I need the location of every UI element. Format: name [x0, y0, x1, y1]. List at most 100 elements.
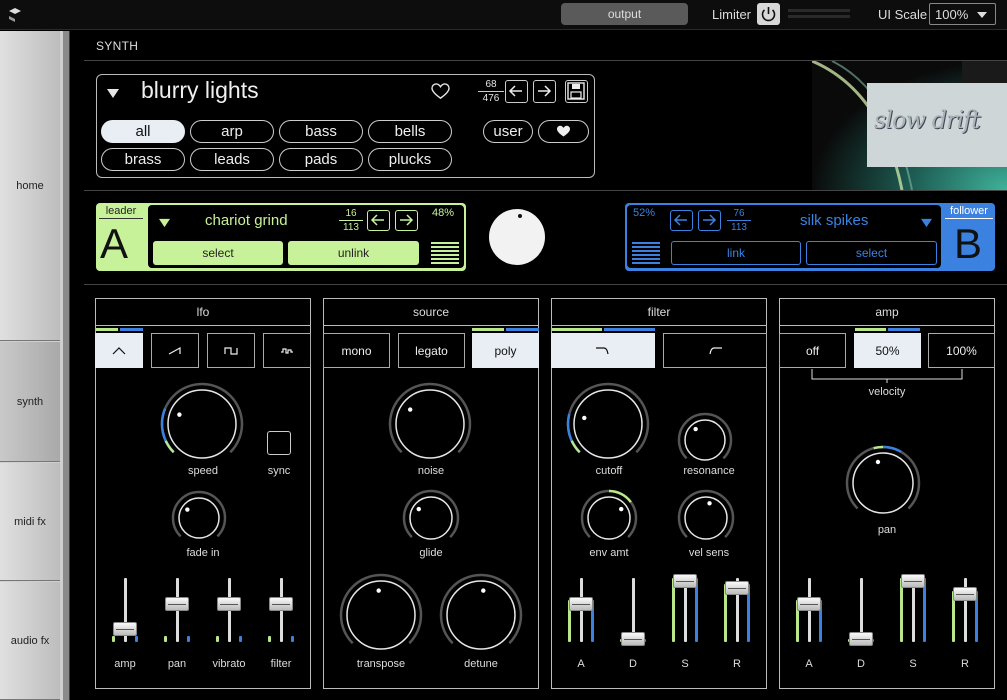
source-mode-mono-button[interactable]: mono: [323, 333, 390, 368]
detune-knob[interactable]: [439, 573, 523, 662]
layer-a-unlink-button[interactable]: unlink: [288, 241, 419, 265]
category-all-button[interactable]: all: [101, 120, 185, 143]
nav-tab-synth[interactable]: synth: [0, 342, 60, 462]
layer-b-preset-name[interactable]: silk spikes: [800, 212, 868, 229]
filter-highpass-button[interactable]: [663, 333, 767, 368]
slider-handle[interactable]: [621, 631, 645, 646]
slider-handle[interactable]: [217, 596, 241, 611]
preset-dropdown-toggle[interactable]: [106, 86, 120, 104]
filter-a-slider[interactable]: [567, 578, 595, 642]
nav-tab-midi-fx[interactable]: midi fx: [0, 463, 60, 581]
filter-title: filter: [552, 299, 766, 326]
lfo-amp-slider[interactable]: [111, 578, 139, 642]
layer-a-select-button[interactable]: select: [153, 241, 283, 265]
layer-b-prev-button[interactable]: [670, 210, 693, 231]
amp-s-slider[interactable]: [899, 574, 927, 642]
source-mode-legato-button[interactable]: legato: [398, 333, 465, 368]
next-preset-button[interactable]: [533, 80, 556, 103]
noise-label: noise: [417, 465, 445, 477]
favorites-filter-button[interactable]: [538, 120, 589, 143]
lfo-filter-slider[interactable]: [267, 578, 295, 642]
source-mode-poly-button[interactable]: poly: [472, 333, 539, 368]
nav-divider: [69, 31, 83, 700]
layer-a-preset-name[interactable]: chariot grind: [205, 212, 288, 229]
filter-d-slider[interactable]: [619, 578, 647, 646]
lfo-shape-triangle-button[interactable]: [95, 333, 143, 368]
slider-handle[interactable]: [673, 574, 697, 589]
amp-pan-knob[interactable]: [845, 445, 921, 526]
noise-knob[interactable]: [388, 382, 472, 471]
layer-b-dropdown-toggle[interactable]: [920, 215, 933, 233]
user-filter-button[interactable]: user: [483, 120, 533, 143]
detune-label: detune: [464, 658, 498, 670]
layer-a-next-button[interactable]: [395, 210, 418, 231]
lfo-shape-random-button[interactable]: [263, 333, 311, 368]
filter-s-slider[interactable]: [671, 574, 699, 642]
lfo-title: lfo: [96, 299, 310, 326]
lfo-shape-square-button[interactable]: [207, 333, 255, 368]
lfo-sync-toggle[interactable]: [267, 431, 291, 455]
transpose-knob[interactable]: [339, 573, 423, 662]
velocity-label: velocity: [868, 386, 906, 398]
lfo-vibrato-slider[interactable]: [215, 578, 243, 642]
favorite-button[interactable]: [431, 83, 450, 105]
cutoff-knob[interactable]: [566, 382, 650, 471]
layer-a-dropdown-toggle[interactable]: [158, 215, 171, 233]
nav-tab-home[interactable]: home: [0, 31, 60, 341]
category-bells-button[interactable]: bells: [368, 120, 452, 143]
save-preset-button[interactable]: [565, 80, 588, 103]
lfo-shape-saw-button[interactable]: [151, 333, 199, 368]
slider-handle[interactable]: [165, 596, 189, 611]
layer-a-total: 113: [343, 222, 359, 233]
slider-handle[interactable]: [269, 596, 293, 611]
highpass-icon: [709, 346, 722, 354]
lfo-speed-knob[interactable]: [160, 382, 244, 471]
layer-a-prev-button[interactable]: [367, 210, 390, 231]
amp-pan-label: pan: [877, 524, 897, 536]
filter-lowpass-button[interactable]: [551, 333, 655, 368]
slider-handle[interactable]: [849, 631, 873, 646]
category-plucks-button[interactable]: plucks: [368, 148, 452, 171]
slider-handle[interactable]: [725, 580, 749, 595]
category-arp-button[interactable]: arp: [190, 120, 274, 143]
slider-handle[interactable]: [901, 574, 925, 589]
layer-b-next-button[interactable]: [698, 210, 721, 231]
layer-a-level: 48%: [432, 207, 455, 219]
lfo-pan-slider[interactable]: [163, 578, 191, 642]
layer-b-total: 113: [731, 222, 747, 233]
output-button[interactable]: output: [561, 3, 688, 25]
slider-handle[interactable]: [569, 596, 593, 611]
glide-label: glide: [419, 547, 443, 559]
category-pads-button[interactable]: pads: [279, 148, 363, 171]
preset-name[interactable]: blurry lights: [141, 77, 259, 104]
category-brass-button[interactable]: brass: [101, 148, 185, 171]
layer-mix-knob[interactable]: [489, 209, 545, 265]
glide-knob[interactable]: [402, 489, 460, 552]
layer-a-counter: 16 113: [339, 208, 363, 233]
triangle-down-icon: [107, 89, 119, 98]
limiter-power-toggle[interactable]: [757, 3, 780, 25]
vel-sens-knob[interactable]: [677, 489, 735, 552]
velocity-option-0-button[interactable]: off: [779, 333, 846, 368]
category-leads-button[interactable]: leads: [190, 148, 274, 171]
slider-handle[interactable]: [113, 622, 137, 637]
filter-r-slider[interactable]: [723, 578, 751, 642]
triangle-wave-icon: [112, 346, 126, 354]
heart-outline-icon: [431, 83, 450, 99]
amp-a-slider[interactable]: [795, 578, 823, 642]
amp-d-slider[interactable]: [847, 578, 875, 646]
resonance-knob[interactable]: [677, 412, 733, 473]
layer-b-select-button[interactable]: select: [806, 241, 937, 265]
amp-r-slider[interactable]: [951, 578, 979, 642]
lfo-fade-in-knob[interactable]: [171, 490, 227, 551]
nav-tab-audio-fx[interactable]: audio fx: [0, 582, 60, 700]
prev-preset-button[interactable]: [505, 80, 528, 103]
velocity-option-2-button[interactable]: 100%: [928, 333, 995, 368]
velocity-option-1-button[interactable]: 50%: [854, 333, 921, 368]
slider-handle[interactable]: [953, 587, 977, 601]
env-amt-knob[interactable]: [580, 489, 638, 552]
layer-b-link-button[interactable]: link: [671, 241, 801, 265]
category-bass-button[interactable]: bass: [279, 120, 363, 143]
slider-handle[interactable]: [797, 596, 821, 611]
ui-scale-select[interactable]: 100%: [929, 3, 996, 25]
